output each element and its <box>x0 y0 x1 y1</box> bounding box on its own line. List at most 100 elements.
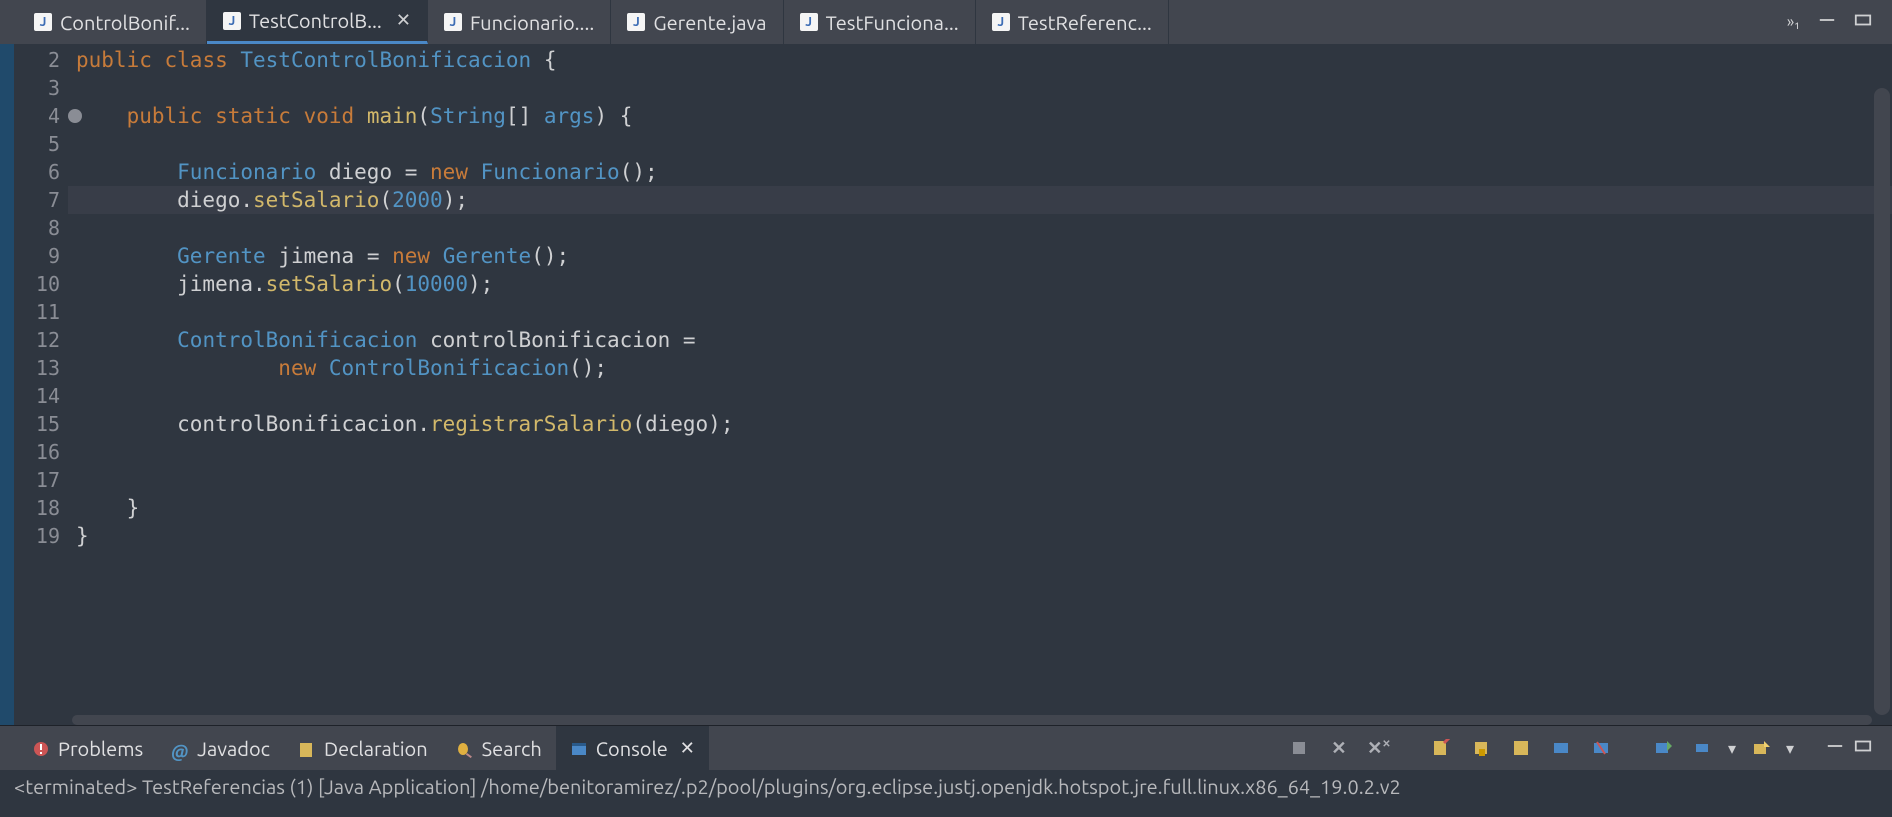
tab-bar-right-controls: »₁ <box>1787 13 1892 31</box>
javadoc-icon: @ <box>171 739 189 757</box>
dropdown-arrow-icon[interactable]: ▾ <box>1728 739 1736 758</box>
remove-launch-button[interactable]: ✕ <box>1324 733 1354 763</box>
code-line[interactable]: ControlBonificacion controlBonificacion … <box>68 326 1892 354</box>
code-line[interactable]: new ControlBonificacion(); <box>68 354 1892 382</box>
new-console-button[interactable] <box>1746 733 1776 763</box>
tab-label: TestReferenc... <box>1018 11 1152 34</box>
line-number: 4 <box>14 102 68 130</box>
view-tab-label: Problems <box>58 737 143 760</box>
view-tab-javadoc[interactable]: @ Javadoc <box>157 726 284 770</box>
maximize-view-icon[interactable] <box>1854 13 1872 31</box>
close-icon[interactable]: ✕ <box>680 738 695 759</box>
remove-all-terminated-button[interactable]: ✕✕ <box>1364 733 1394 763</box>
line-number: 17 <box>14 466 68 494</box>
line-number: 8 <box>14 214 68 242</box>
code-line[interactable]: jimena.setSalario(10000); <box>68 270 1892 298</box>
open-console-button[interactable] <box>1648 733 1678 763</box>
minimize-view-icon[interactable] <box>1826 739 1844 757</box>
line-number: 14 <box>14 382 68 410</box>
line-number: 10 <box>14 270 68 298</box>
editor-tab-bar: JControlBonif...JTestControlB...✕JFuncio… <box>0 0 1892 44</box>
view-tab-label: Search <box>482 737 542 760</box>
tab-label: TestFunciona... <box>826 11 959 34</box>
code-line[interactable]: controlBonificacion.registrarSalario(die… <box>68 410 1892 438</box>
console-selector-button[interactable] <box>1688 733 1718 763</box>
java-file-icon: J <box>992 13 1010 31</box>
code-line[interactable]: } <box>68 494 1892 522</box>
search-icon <box>456 739 474 757</box>
clear-console-button[interactable] <box>1426 733 1456 763</box>
line-number: 13 <box>14 354 68 382</box>
console-status-line: <terminated> TestReferencias (1) [Java A… <box>0 770 1892 804</box>
code-line[interactable] <box>68 214 1892 242</box>
line-number: 19 <box>14 522 68 550</box>
editor-tab[interactable]: J Funcionario.... <box>428 0 611 44</box>
line-number: 3 <box>14 74 68 102</box>
line-number: 12 <box>14 326 68 354</box>
code-line[interactable] <box>68 438 1892 466</box>
line-number: 9 <box>14 242 68 270</box>
java-file-icon: J <box>627 13 645 31</box>
view-tab-problems[interactable]: Problems <box>18 726 157 770</box>
console-toolbar: ✕ ✕✕ ▾ ▾ <box>1284 733 1892 763</box>
editor-tab[interactable]: JTestControlB...✕ <box>207 0 428 44</box>
horizontal-scrollbar[interactable] <box>72 715 1872 725</box>
view-tab-console[interactable]: Console ✕ <box>556 726 709 770</box>
code-line[interactable]: public class TestControlBonificacion { <box>68 46 1892 74</box>
code-line[interactable]: Gerente jimena = new Gerente(); <box>68 242 1892 270</box>
code-line[interactable]: } <box>68 522 1892 550</box>
maximize-view-icon[interactable] <box>1854 739 1872 757</box>
tab-label: Funcionario.... <box>470 11 594 34</box>
editor-tab[interactable]: J Gerente.java <box>611 0 783 44</box>
scroll-lock-button[interactable] <box>1466 733 1496 763</box>
code-line[interactable] <box>68 74 1892 102</box>
java-file-icon: J <box>444 13 462 31</box>
view-tab-label: Console <box>596 737 668 760</box>
line-number: 15 <box>14 410 68 438</box>
editor-tab[interactable]: J ControlBonif... <box>18 0 207 44</box>
code-line[interactable] <box>68 130 1892 158</box>
declaration-icon <box>298 739 316 757</box>
code-line[interactable] <box>68 382 1892 410</box>
view-tab-label: Javadoc <box>197 737 270 760</box>
line-number: 7 <box>14 186 68 214</box>
fold-strip <box>0 44 14 725</box>
code-editor[interactable]: 2345678910111213141516171819 public clas… <box>0 44 1892 725</box>
line-number: 2 <box>14 46 68 74</box>
minimize-view-icon[interactable] <box>1818 13 1836 31</box>
java-file-icon: J <box>34 13 52 31</box>
code-line[interactable] <box>68 466 1892 494</box>
dropdown-arrow-icon[interactable]: ▾ <box>1786 739 1794 758</box>
java-file-icon: J <box>800 13 818 31</box>
bottom-panel: Problems @ Javadoc Declaration Search Console… <box>0 725 1892 817</box>
word-wrap-button[interactable] <box>1506 733 1536 763</box>
view-tab-search[interactable]: Search <box>442 726 556 770</box>
line-number-gutter: 2345678910111213141516171819 <box>14 44 68 725</box>
editor-tab[interactable]: J TestReferenc... <box>976 0 1169 44</box>
editor-tab[interactable]: J TestFunciona... <box>784 0 976 44</box>
view-tab-declaration[interactable]: Declaration <box>284 726 442 770</box>
line-number: 16 <box>14 438 68 466</box>
line-number: 5 <box>14 130 68 158</box>
line-number: 11 <box>14 298 68 326</box>
tab-label: Gerente.java <box>653 11 766 34</box>
vertical-scrollbar[interactable] <box>1874 88 1890 715</box>
console-icon <box>570 739 588 757</box>
view-tab-label: Declaration <box>324 737 428 760</box>
code-content[interactable]: public class TestControlBonificacion { p… <box>68 44 1892 725</box>
views-tab-bar: Problems @ Javadoc Declaration Search Console… <box>0 726 1892 770</box>
java-file-icon: J <box>223 12 241 30</box>
close-icon[interactable]: ✕ <box>396 10 411 31</box>
problems-icon <box>32 739 50 757</box>
code-line[interactable]: Funcionario diego = new Funcionario(); <box>68 158 1892 186</box>
code-line[interactable]: diego.setSalario(2000); <box>68 186 1892 214</box>
code-line[interactable]: public static void main(String[] args) { <box>68 102 1892 130</box>
tab-label: ControlBonif... <box>60 11 190 34</box>
pin-console-button[interactable] <box>1546 733 1576 763</box>
line-number: 18 <box>14 494 68 522</box>
display-selected-console-button[interactable] <box>1586 733 1616 763</box>
terminate-button[interactable] <box>1284 733 1314 763</box>
line-number: 6 <box>14 158 68 186</box>
tab-overflow-indicator[interactable]: »₁ <box>1787 13 1800 31</box>
code-line[interactable] <box>68 298 1892 326</box>
